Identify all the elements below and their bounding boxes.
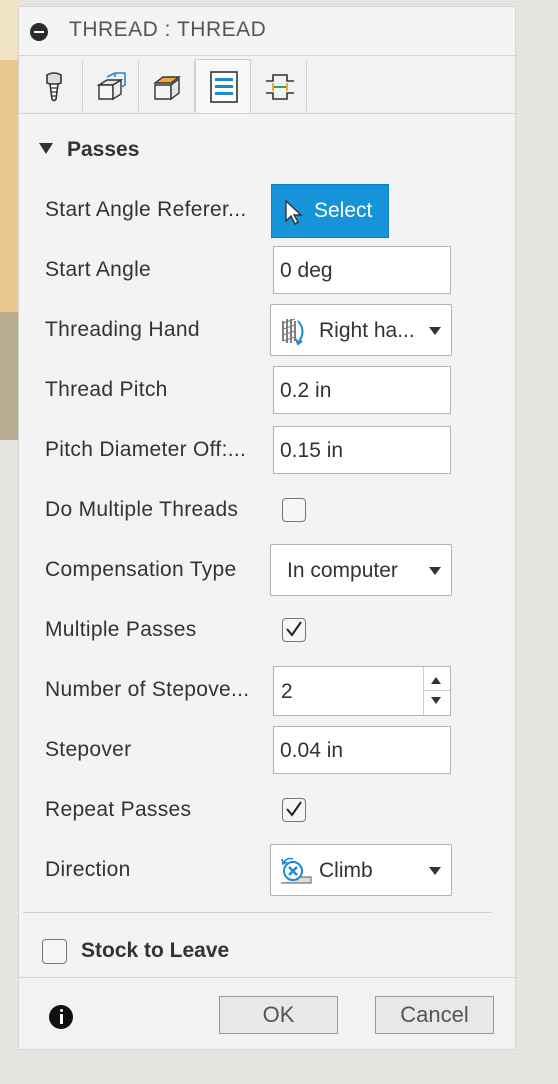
direction-dropdown[interactable]: Climb [270,844,452,896]
stepover-field[interactable]: 0.04 in [273,726,451,774]
thread-pitch-field[interactable]: 0.2 in [273,366,451,414]
chevron-down-icon [429,567,441,575]
start-angle-field[interactable]: 0 deg [273,246,451,294]
tab-bar [19,57,515,115]
tab-passes[interactable] [195,59,251,115]
threading-hand-dropdown[interactable]: Right ha... [270,304,452,356]
repeat-passes-label: Repeat Passes [45,798,192,821]
pitch-diameter-offset-label: Pitch Diameter Off:... [45,438,247,461]
repeat-passes-checkbox[interactable] [282,798,306,822]
tab-heights[interactable] [139,61,195,111]
pitch-diameter-offset-field[interactable]: 0.15 in [273,426,451,474]
select-button-label: Select [314,199,373,222]
collapse-icon[interactable] [30,23,48,41]
info-icon[interactable] [49,1005,73,1029]
stepper-divider [424,690,450,691]
title-bar: THREAD : THREAD [19,7,515,56]
passes-icon [210,71,238,103]
arrow-down-icon[interactable] [431,697,441,704]
passes-section-header[interactable]: Passes [39,138,139,162]
direction-label: Direction [45,858,131,881]
multiple-passes-label: Multiple Passes [45,618,197,641]
number-of-stepovers-label: Number of Stepove... [45,678,250,701]
cancel-button[interactable]: Cancel [375,996,494,1034]
tool-icon [46,72,62,102]
stock-to-leave-checkbox[interactable] [42,939,67,964]
section-label: Passes [67,138,140,161]
thread-dialog: THREAD : THREAD Passes Start Angle Refer… [18,6,516,1050]
threading-hand-value: Right ha... [319,319,415,342]
tab-geometry[interactable] [83,61,139,111]
checkmark-icon [286,801,302,817]
stock-to-leave-label[interactable]: Stock to Leave [81,939,229,963]
compensation-type-dropdown[interactable]: In computer [270,544,452,596]
tab-tool[interactable] [27,61,83,111]
background-panel-top [0,0,20,60]
do-multiple-threads-checkbox[interactable] [282,498,306,522]
ok-button[interactable]: OK [219,996,338,1034]
tab-linking[interactable] [251,61,307,111]
cursor-icon [285,199,303,225]
right-hand-thread-icon [282,318,304,346]
multiple-passes-checkbox[interactable] [282,618,306,642]
arrow-up-icon[interactable] [431,677,441,684]
checkmark-icon [286,621,302,637]
heights-icon [152,76,182,101]
background-panel-lower [0,312,20,440]
select-button[interactable]: Select [271,184,389,238]
stepover-label: Stepover [45,738,132,761]
compensation-type-label: Compensation Type [45,558,237,581]
do-multiple-threads-label: Do Multiple Threads [45,498,239,521]
number-of-stepovers-stepper[interactable]: 2 [273,666,451,716]
stepper-arrows[interactable] [423,667,450,715]
direction-value: Climb [319,859,373,882]
start-angle-reference-label: Start Angle Referer... [45,198,247,221]
compensation-type-value: In computer [287,559,398,582]
climb-milling-icon [281,857,312,884]
linking-icon [266,74,294,100]
number-of-stepovers-value: 2 [281,680,293,703]
start-angle-label: Start Angle [45,258,152,281]
passes-panel: Passes Start Angle Referer... Select Sta… [19,113,515,976]
dialog-footer: OK Cancel [19,977,515,1050]
chevron-down-icon [429,867,441,875]
geometry-icon [96,72,126,101]
chevron-down-icon [429,327,441,335]
thread-pitch-label: Thread Pitch [45,378,168,401]
section-divider [23,912,491,913]
dialog-title: THREAD : THREAD [69,18,267,41]
expand-triangle-icon [39,142,53,154]
threading-hand-label: Threading Hand [45,318,200,341]
